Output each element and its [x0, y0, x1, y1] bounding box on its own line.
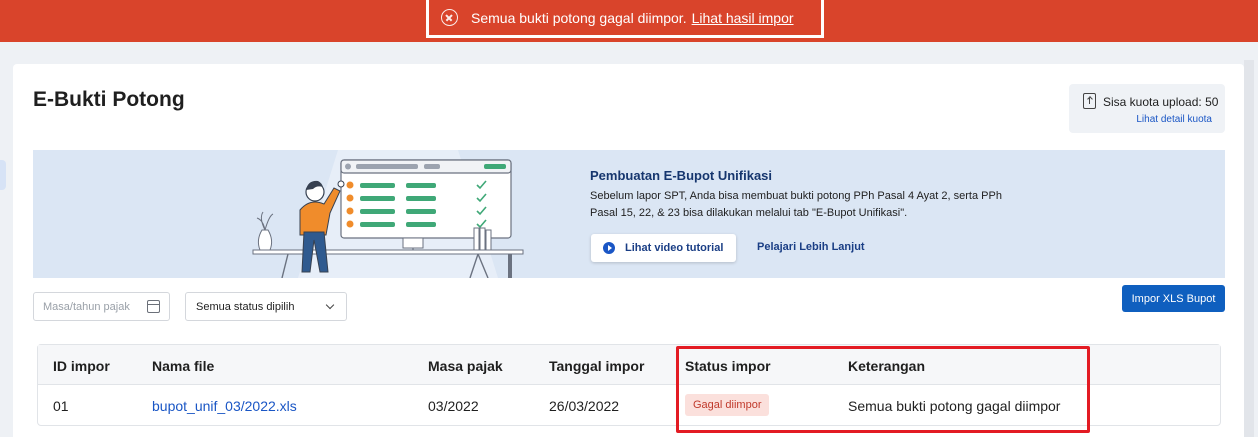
col-header-note: Keterangan — [848, 358, 926, 374]
status-filter-value: Semua status dipilih — [196, 300, 295, 313]
error-message: Semua bukti potong gagal diimpor. — [471, 9, 687, 26]
play-icon — [603, 242, 615, 254]
error-circle-icon — [441, 9, 458, 26]
video-tutorial-button[interactable]: Lihat video tutorial — [591, 234, 736, 262]
learn-more-link[interactable]: Pelajari Lebih Lanjut — [757, 241, 865, 253]
col-header-id: ID impor — [53, 358, 110, 374]
error-banner-content: Semua bukti potong gagal diimpor. Lihat … — [426, 0, 824, 38]
file-upload-icon — [1083, 93, 1096, 109]
promo-description: Sebelum lapor SPT, Anda bisa membuat buk… — [590, 190, 1002, 219]
col-header-date: Tanggal impor — [549, 358, 645, 374]
status-filter-select[interactable]: Semua status dipilih — [185, 292, 347, 321]
chevron-down-icon — [325, 300, 335, 310]
row-file-link[interactable]: bupot_unif_03/2022.xls — [152, 398, 297, 414]
error-banner: Semua bukti potong gagal diimpor. Lihat … — [0, 0, 1258, 42]
col-header-period: Masa pajak — [428, 358, 503, 374]
side-nav-indicator[interactable] — [0, 160, 6, 190]
page-scrollbar[interactable] — [1244, 60, 1254, 437]
view-import-result-link[interactable]: Lihat hasil impor — [692, 10, 794, 26]
status-badge: Gagal diimpor — [685, 394, 770, 416]
row-period: 03/2022 — [428, 398, 479, 414]
promo-title: Pembuatan E-Bupot Unifikasi — [590, 168, 773, 183]
import-history-table: ID impor Nama file Masa pajak Tanggal im… — [37, 344, 1221, 426]
promo-illustration — [252, 150, 524, 278]
upload-quota-text: Sisa kuota upload: 50 — [1103, 95, 1219, 109]
upload-quota-box: Sisa kuota upload: 50 Lihat detail kuota — [1069, 84, 1225, 133]
row-id: 01 — [53, 398, 69, 414]
col-header-file: Nama file — [152, 358, 215, 374]
calendar-icon[interactable] — [147, 300, 160, 313]
col-header-status: Status impor — [685, 358, 771, 374]
row-date: 26/03/2022 — [549, 398, 620, 414]
video-tutorial-label: Lihat video tutorial — [625, 242, 724, 254]
quota-detail-link[interactable]: Lihat detail kuota — [1136, 114, 1212, 125]
row-note: Semua bukti potong gagal diimpor — [848, 398, 1061, 414]
import-xls-button[interactable]: Impor XLS Bupot — [1122, 285, 1225, 312]
tax-period-placeholder: Masa/tahun pajak — [43, 300, 130, 313]
page-title: E-Bukti Potong — [33, 88, 185, 111]
tax-period-input[interactable]: Masa/tahun pajak — [33, 292, 170, 321]
